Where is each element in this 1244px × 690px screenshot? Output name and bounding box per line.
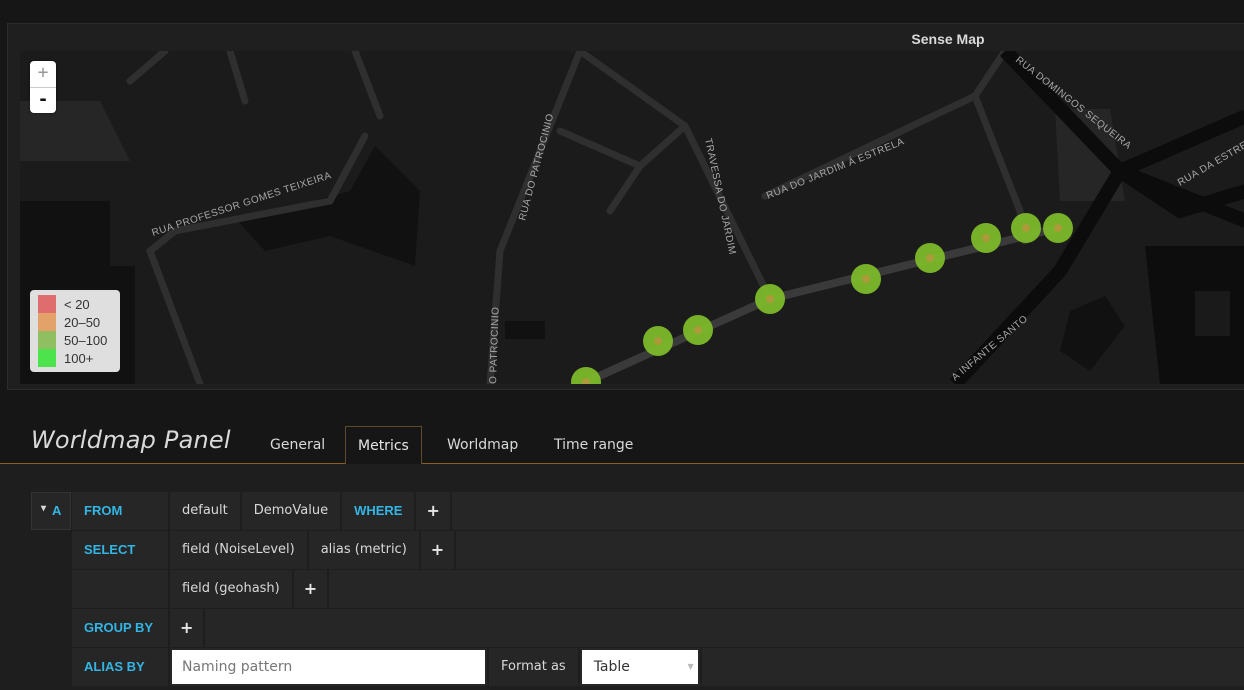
- legend-label: < 20: [64, 296, 90, 312]
- select-row: SELECT field (NoiseLevel) alias (metric)…: [72, 531, 1244, 569]
- format-as-select[interactable]: Table ▼: [581, 650, 698, 684]
- map-data-point-center: [982, 234, 990, 242]
- legend-label: 100+: [64, 350, 94, 366]
- from-row: FROM default DemoValue WHERE +: [72, 492, 1244, 530]
- map-data-point-center: [694, 326, 702, 334]
- legend-swatch: [38, 295, 56, 313]
- legend-label: 20–50: [64, 314, 101, 330]
- tab-metrics[interactable]: Metrics: [345, 426, 422, 465]
- row-filler: [452, 492, 1244, 530]
- legend-item: < 20: [38, 295, 114, 313]
- row-filler: [456, 531, 1244, 569]
- measurement-segment[interactable]: DemoValue: [242, 492, 343, 530]
- caret-down-icon: ▾: [41, 503, 47, 514]
- format-select-wrap: Table ▼: [580, 648, 702, 686]
- legend-swatch: [38, 349, 56, 367]
- add-select-part-button[interactable]: +: [421, 531, 457, 569]
- legend-item: 50–100: [38, 331, 114, 349]
- map-panel: Sense Map RUA DOMINGOS SEQUEIRA RUA DO P…: [7, 23, 1244, 390]
- zoom-control: + -: [30, 61, 56, 113]
- select-label: SELECT: [72, 531, 170, 569]
- map-data-point-center: [926, 254, 934, 262]
- alias-by-input[interactable]: [172, 650, 485, 684]
- policy-segment[interactable]: default: [170, 492, 242, 530]
- editor-header: Worldmap Panel General Metrics Worldmap …: [0, 420, 1244, 465]
- legend-label: 50–100: [64, 332, 108, 348]
- editor-title: Worldmap Panel: [31, 426, 231, 454]
- select-row: field (geohash) +: [72, 570, 1244, 608]
- map-data-point-center: [766, 295, 774, 303]
- legend-item: 20–50: [38, 313, 114, 331]
- row-filler: [329, 570, 1244, 608]
- add-select-part-button[interactable]: +: [294, 570, 330, 608]
- group-by-row: GROUP BY +: [72, 609, 1244, 647]
- zoom-in-button[interactable]: +: [30, 61, 56, 87]
- tab-time-range[interactable]: Time range: [542, 426, 645, 464]
- map-data-point-center: [1054, 224, 1062, 232]
- query-ref-id: A: [52, 503, 62, 518]
- caret-down-icon: ▼: [687, 662, 694, 671]
- map-data-point-center: [1022, 224, 1030, 232]
- legend-swatch: [38, 313, 56, 331]
- select-field-segment[interactable]: field (NoiseLevel): [170, 531, 309, 569]
- tab-worldmap[interactable]: Worldmap: [435, 426, 530, 464]
- legend-item: 100+: [38, 349, 114, 367]
- row-filler: [205, 609, 1244, 647]
- building-block: [505, 321, 545, 339]
- query-editor: ▾ A FROM default DemoValue WHERE + SELEC…: [0, 464, 1244, 690]
- where-label: WHERE: [342, 492, 417, 530]
- map-data-point-center: [654, 337, 662, 345]
- alias-input-wrap: [170, 648, 489, 686]
- add-where-button[interactable]: +: [416, 492, 452, 530]
- select-field-segment[interactable]: field (geohash): [170, 570, 294, 608]
- group-by-label: GROUP BY: [72, 609, 170, 647]
- legend-swatch: [38, 331, 56, 349]
- query-ref-toggle[interactable]: ▾ A: [31, 492, 71, 530]
- add-group-by-button[interactable]: +: [170, 609, 206, 647]
- map-canvas[interactable]: RUA DOMINGOS SEQUEIRA RUA DO PATROCINIO …: [20, 51, 1244, 384]
- format-as-label: Format as: [489, 648, 580, 686]
- tab-general[interactable]: General: [258, 426, 337, 464]
- row-spacer: [72, 570, 170, 608]
- alias-by-row: ALIAS BY Format as Table ▼: [72, 648, 1244, 686]
- row-filler: [702, 648, 1244, 686]
- panel-title[interactable]: Sense Map: [8, 31, 1244, 47]
- select-alias-segment[interactable]: alias (metric): [309, 531, 421, 569]
- alias-by-label: ALIAS BY: [72, 648, 170, 686]
- building-block: [20, 201, 110, 271]
- from-label: FROM: [72, 492, 170, 530]
- map-legend: < 20 20–50 50–100 100+: [30, 290, 120, 372]
- map-data-point-center: [862, 275, 870, 283]
- format-as-value: Table: [593, 659, 630, 675]
- zoom-out-button[interactable]: -: [30, 87, 56, 113]
- building-block: [1195, 291, 1230, 336]
